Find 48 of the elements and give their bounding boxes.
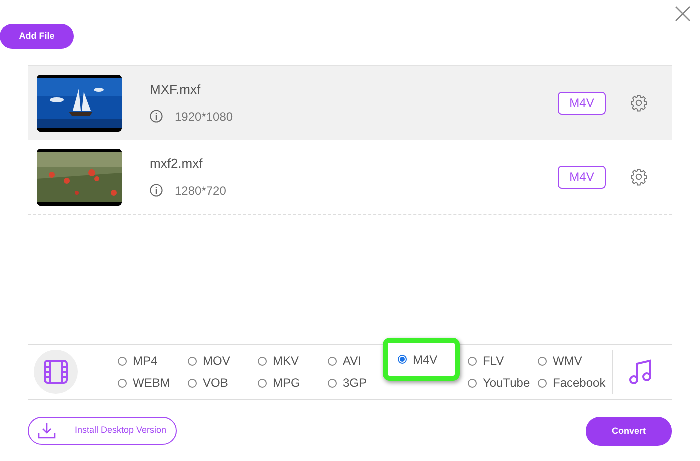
- radio-button[interactable]: [188, 378, 197, 388]
- radio-button[interactable]: [398, 355, 407, 364]
- radio-button[interactable]: [118, 356, 127, 366]
- format-button[interactable]: M4V: [558, 166, 606, 188]
- install-desktop-button[interactable]: Install Desktop Version: [28, 417, 177, 445]
- format-button[interactable]: M4V: [558, 92, 606, 114]
- format-label: VOB: [203, 375, 228, 392]
- format-label: WEBM: [133, 375, 170, 392]
- video-tab[interactable]: [34, 350, 78, 394]
- radio-button[interactable]: [328, 356, 337, 366]
- format-label: MP4: [133, 353, 158, 370]
- audio-tab[interactable]: [629, 358, 653, 386]
- radio-button[interactable]: [468, 356, 477, 366]
- file-name: mxf2.mxf: [150, 155, 204, 174]
- film-icon: [43, 359, 69, 385]
- radio-button[interactable]: [118, 378, 127, 388]
- format-label: YouTube: [483, 375, 530, 392]
- radio-button[interactable]: [538, 356, 547, 366]
- format-label: MKV: [273, 353, 300, 370]
- format-label: M4V: [413, 352, 438, 368]
- radio-button[interactable]: [538, 378, 547, 388]
- radio-button[interactable]: [188, 356, 197, 366]
- format-label: 3GP: [343, 375, 368, 392]
- radio-button[interactable]: [258, 356, 267, 366]
- download-icon: [37, 422, 57, 440]
- radio-button[interactable]: [258, 378, 267, 388]
- settings-icon[interactable]: [630, 168, 648, 186]
- settings-icon[interactable]: [630, 94, 648, 112]
- info-icon[interactable]: [150, 184, 163, 198]
- format-label: AVI: [343, 353, 362, 370]
- file-name: MXF.mxf: [150, 81, 202, 100]
- file-resolution: 1920*1080: [175, 108, 234, 126]
- add-file-button[interactable]: Add File: [0, 24, 74, 49]
- music-note-icon: [629, 358, 653, 386]
- info-icon[interactable]: [150, 110, 163, 124]
- format-label: FLV: [483, 353, 504, 370]
- close-icon: [674, 4, 692, 23]
- format-label: Facebook: [553, 375, 606, 392]
- close-button[interactable]: [674, 4, 692, 22]
- radio-button[interactable]: [468, 378, 477, 388]
- format-label: MOV: [203, 353, 230, 370]
- format-label: WMV: [553, 353, 582, 370]
- format-label: MPG: [273, 375, 300, 392]
- radio-button[interactable]: [328, 378, 337, 388]
- convert-button[interactable]: Convert: [586, 417, 672, 446]
- file-row[interactable]: mxf2.mxf 1280*720 M4V: [28, 140, 672, 214]
- file-row[interactable]: MXF.mxf 1920*1080 M4V: [28, 66, 672, 140]
- file-resolution: 1280*720: [175, 182, 226, 200]
